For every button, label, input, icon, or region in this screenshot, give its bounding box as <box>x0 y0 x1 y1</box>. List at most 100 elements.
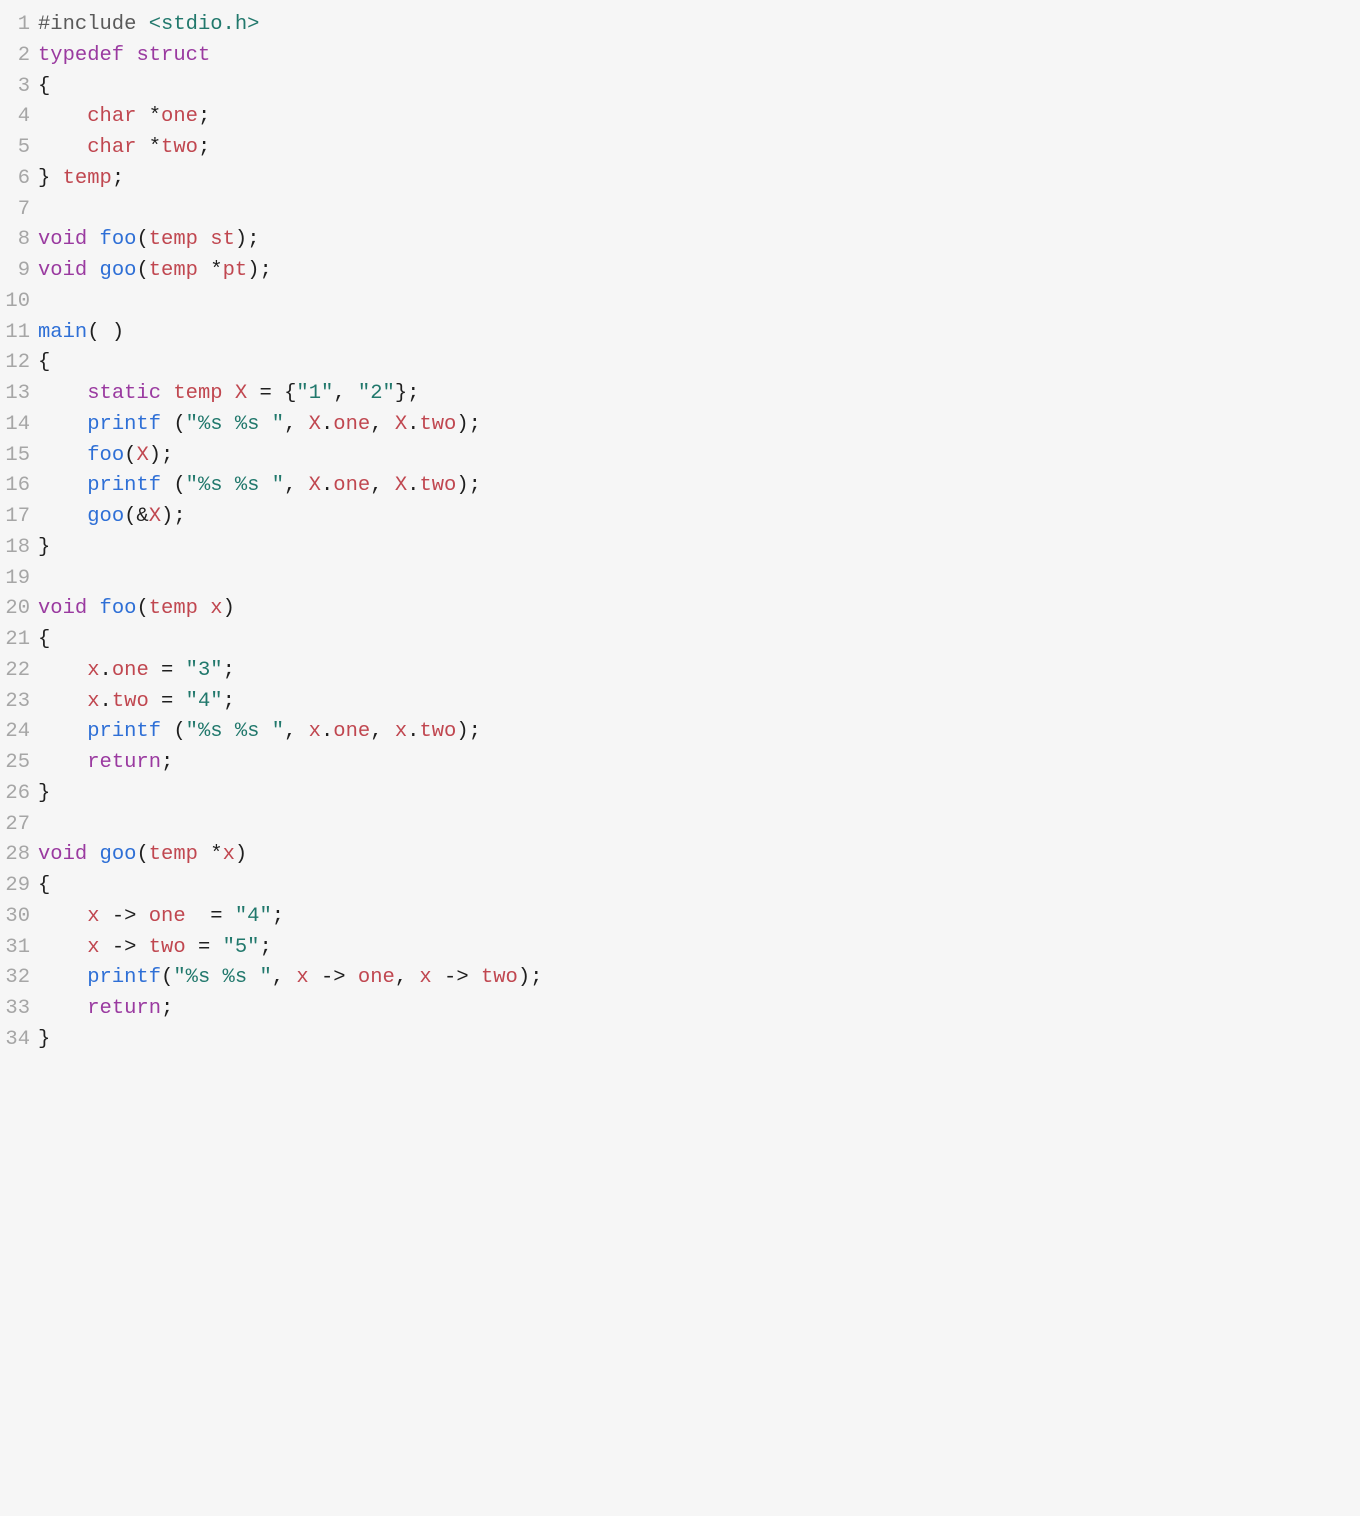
token-punct: { <box>38 874 50 897</box>
token-punct: * <box>136 136 161 159</box>
token-var: two <box>112 690 149 713</box>
token-punct: = { <box>247 382 296 405</box>
token-punct: ); <box>456 720 481 743</box>
token-punct: ; <box>198 136 210 159</box>
token-punct: ); <box>247 259 272 282</box>
token-punct <box>38 382 87 405</box>
code-line: 2typedef struct <box>0 41 1360 72</box>
token-punct: = <box>186 905 235 928</box>
line-number: 20 <box>0 594 38 625</box>
code-line: 5 char *two; <box>0 133 1360 164</box>
token-func: goo <box>100 843 137 866</box>
token-punct: ( <box>136 228 148 251</box>
token-punct: ; <box>259 936 271 959</box>
token-punct: , <box>370 413 395 436</box>
token-punct <box>38 997 87 1020</box>
token-string: "2" <box>358 382 395 405</box>
token-keyword: void <box>38 228 87 251</box>
token-punct <box>38 905 87 928</box>
token-punct: }; <box>395 382 420 405</box>
token-keyword: return <box>87 997 161 1020</box>
token-var: one <box>333 720 370 743</box>
line-number: 11 <box>0 318 38 349</box>
token-var: X <box>395 413 407 436</box>
token-punct: ); <box>149 444 174 467</box>
token-punct: ; <box>161 997 173 1020</box>
line-content <box>38 810 1360 841</box>
code-line: 18} <box>0 533 1360 564</box>
token-punct: ) <box>235 843 247 866</box>
line-content: } temp; <box>38 164 1360 195</box>
code-line: 26} <box>0 779 1360 810</box>
token-punct <box>38 505 87 528</box>
token-func: printf <box>87 474 161 497</box>
token-punct: , <box>284 474 309 497</box>
line-number: 22 <box>0 656 38 687</box>
line-content: return; <box>38 994 1360 1025</box>
token-punct: } <box>38 167 63 190</box>
line-number: 7 <box>0 195 38 226</box>
token-func: foo <box>100 597 137 620</box>
line-number: 30 <box>0 902 38 933</box>
line-content: void foo(temp st); <box>38 225 1360 256</box>
token-func: foo <box>100 228 137 251</box>
line-number: 13 <box>0 379 38 410</box>
token-var: two <box>161 136 198 159</box>
code-line: 14 printf ("%s %s ", X.one, X.two); <box>0 410 1360 441</box>
token-punct <box>38 751 87 774</box>
code-line: 11main( ) <box>0 318 1360 349</box>
token-punct: { <box>38 351 50 374</box>
line-content <box>38 195 1360 226</box>
line-content: x -> two = "5"; <box>38 933 1360 964</box>
token-punct: . <box>321 474 333 497</box>
token-punct: ; <box>223 659 235 682</box>
token-punct <box>38 936 87 959</box>
line-content: { <box>38 348 1360 379</box>
code-line: 27 <box>0 810 1360 841</box>
line-content: char *one; <box>38 102 1360 133</box>
token-punct: = <box>149 659 186 682</box>
token-punct <box>161 382 173 405</box>
token-punct: , <box>395 966 420 989</box>
token-punct: . <box>100 690 112 713</box>
token-keyword: typedef <box>38 44 124 67</box>
token-var: two <box>481 966 518 989</box>
code-line: 28void goo(temp *x) <box>0 840 1360 871</box>
token-punct <box>38 474 87 497</box>
token-punct: -> <box>432 966 481 989</box>
token-punct: ; <box>272 905 284 928</box>
token-var: x <box>87 936 99 959</box>
token-var: x <box>210 597 222 620</box>
line-number: 25 <box>0 748 38 779</box>
token-keyword: return <box>87 751 161 774</box>
line-number: 2 <box>0 41 38 72</box>
line-number: 24 <box>0 717 38 748</box>
token-punct: , <box>370 720 395 743</box>
token-punct: ; <box>161 751 173 774</box>
code-line: 19 <box>0 564 1360 595</box>
token-var: st <box>210 228 235 251</box>
token-punct <box>38 720 87 743</box>
token-punct <box>38 413 87 436</box>
line-content: void goo(temp *x) <box>38 840 1360 871</box>
token-punct <box>87 228 99 251</box>
token-punct <box>223 382 235 405</box>
line-content: x.one = "3"; <box>38 656 1360 687</box>
token-punct: ); <box>456 474 481 497</box>
line-number: 32 <box>0 963 38 994</box>
token-punct: ( <box>161 720 186 743</box>
line-content: char *two; <box>38 133 1360 164</box>
line-number: 29 <box>0 871 38 902</box>
token-punct <box>124 44 136 67</box>
token-keyword: static <box>87 382 161 405</box>
token-punct: -> <box>100 905 149 928</box>
token-var: X <box>309 413 321 436</box>
token-punct: . <box>407 474 419 497</box>
line-content: goo(&X); <box>38 502 1360 533</box>
token-string: "5" <box>223 936 260 959</box>
token-punct <box>87 259 99 282</box>
line-number: 15 <box>0 441 38 472</box>
token-var: pt <box>223 259 248 282</box>
token-punct <box>198 228 210 251</box>
code-line: 4 char *one; <box>0 102 1360 133</box>
